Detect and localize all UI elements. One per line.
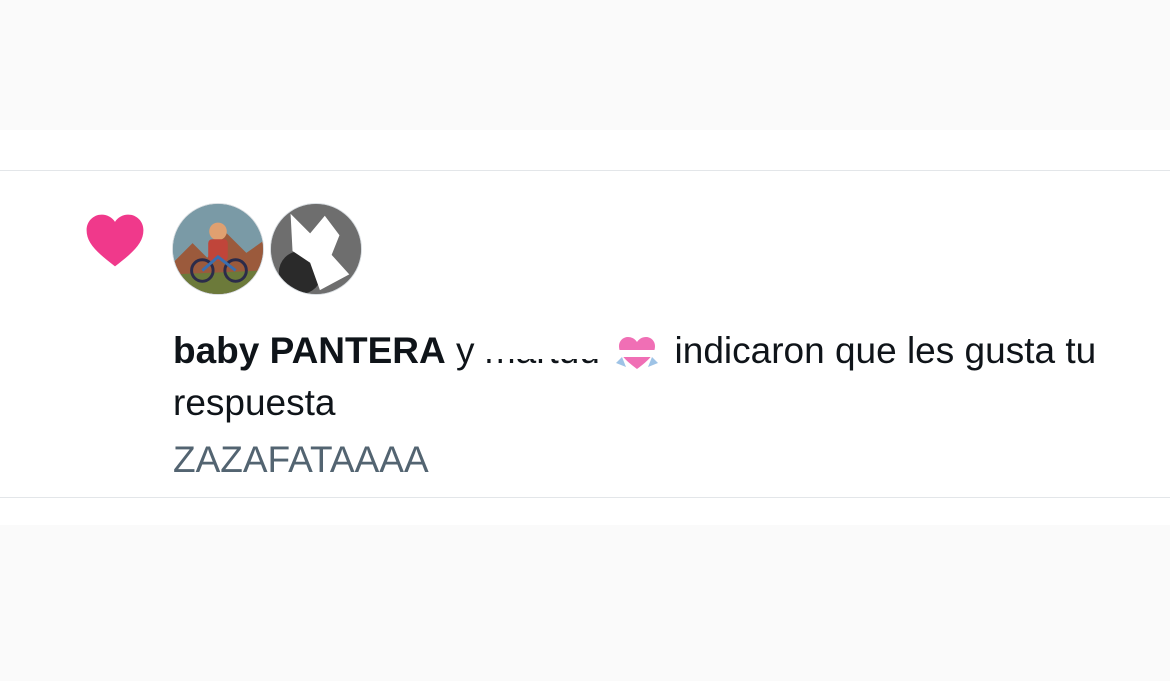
notification-message: baby PANTERA y martuu indicaron que les …: [173, 325, 1133, 429]
liker-name-one[interactable]: baby PANTERA: [173, 330, 446, 371]
heart-with-ribbon-emoji: [616, 337, 659, 370]
reply-preview-text[interactable]: ZAZAFATAAAA: [173, 436, 429, 484]
redaction-mark: [480, 327, 604, 359]
liker-name-two[interactable]: martuu: [480, 325, 604, 377]
avatar-martuu[interactable]: [270, 203, 362, 295]
bottom-spacer: [0, 525, 1170, 681]
top-spacer: [0, 0, 1170, 130]
like-notification[interactable]: baby PANTERA y martuu indicaron que les …: [0, 171, 1170, 497]
bottom-divider: [0, 497, 1170, 498]
conjunction-text: y: [456, 330, 475, 371]
heart-icon: [86, 214, 144, 267]
avatar-baby-pantera[interactable]: [172, 203, 264, 295]
